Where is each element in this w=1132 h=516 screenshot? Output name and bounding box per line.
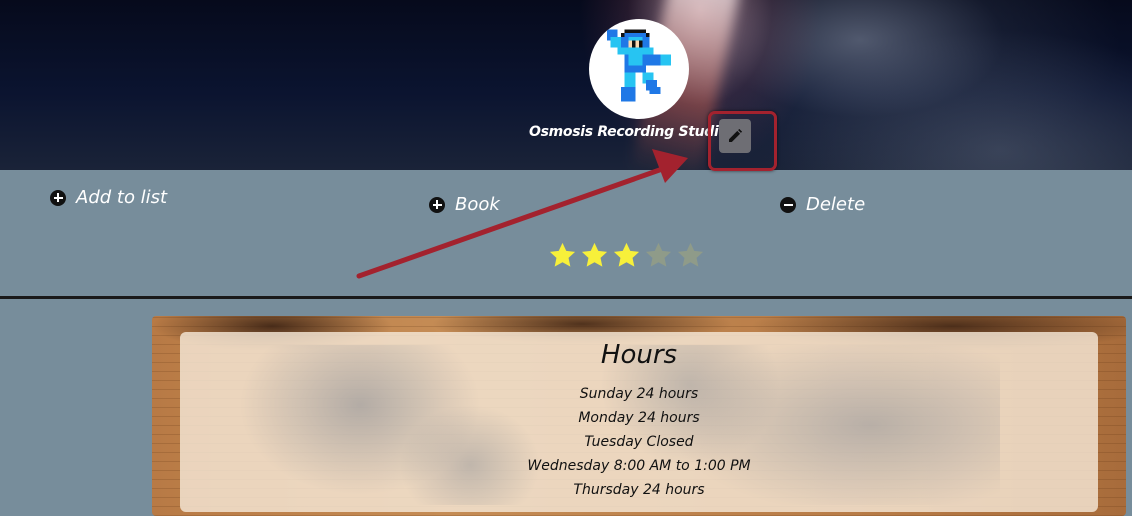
star-rating[interactable] xyxy=(548,241,705,270)
megaman-sprite-icon xyxy=(606,29,672,102)
hours-day: Monday 24 hours xyxy=(578,410,700,426)
star-icon[interactable] xyxy=(676,241,705,270)
plus-circle-icon xyxy=(429,196,445,213)
book-label: Book xyxy=(455,194,500,215)
hours-day: Wednesday 8:00 AM to 1:00 PM xyxy=(527,458,751,474)
minus-circle-icon xyxy=(780,196,796,213)
add-to-list-label: Add to list xyxy=(76,187,168,208)
book-button[interactable]: Book xyxy=(429,194,500,215)
studio-name: Osmosis Recording Studio xyxy=(529,124,728,140)
hours-title: Hours xyxy=(600,340,678,370)
star-icon[interactable] xyxy=(612,241,641,270)
star-icon[interactable] xyxy=(644,241,673,270)
avatar xyxy=(589,19,689,119)
star-icon[interactable] xyxy=(548,241,577,270)
annotation-highlight-box xyxy=(708,111,777,171)
add-to-list-button[interactable]: Add to list xyxy=(50,187,167,208)
star-icon[interactable] xyxy=(580,241,609,270)
delete-button[interactable]: Delete xyxy=(780,194,865,215)
section-divider xyxy=(0,296,1132,299)
delete-label: Delete xyxy=(806,194,866,215)
plus-circle-icon xyxy=(50,189,66,206)
hours-day: Tuesday Closed xyxy=(584,434,694,450)
hours-day: Thursday 24 hours xyxy=(573,482,705,498)
hours-day: Sunday 24 hours xyxy=(579,386,699,402)
